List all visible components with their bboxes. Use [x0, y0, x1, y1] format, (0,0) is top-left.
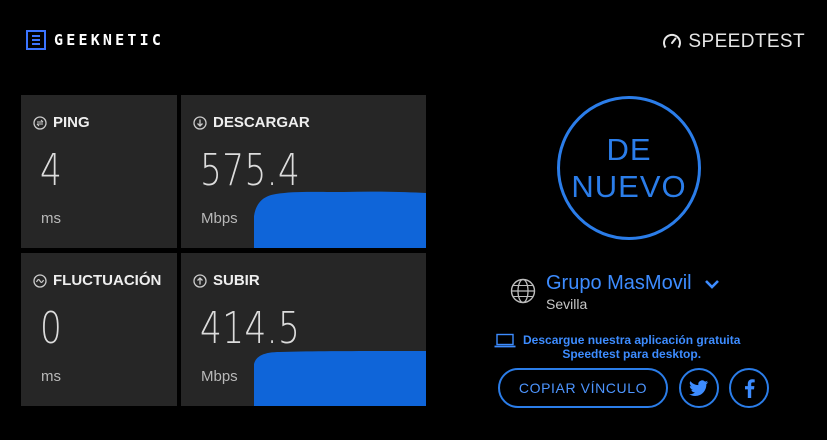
- upload-label: SUBIR: [213, 272, 260, 289]
- upload-tile: SUBIR 414.5 Mbps: [181, 253, 426, 406]
- jitter-icon: [33, 273, 47, 288]
- provider-name: Grupo MasMovil: [546, 272, 692, 294]
- ping-unit: ms: [41, 210, 61, 227]
- provider-location: Sevilla: [546, 296, 588, 312]
- download-value: 575.4: [200, 145, 301, 196]
- upload-unit: Mbps: [201, 368, 238, 385]
- speedometer-icon: [663, 33, 682, 49]
- speedtest-logo[interactable]: SPEEDTEST: [662, 31, 805, 53]
- geeknetic-logo[interactable]: GEEKNETIC: [26, 30, 164, 50]
- provider-selector[interactable]: Grupo MasMovil Sevilla: [510, 272, 720, 312]
- ping-label: PING: [53, 114, 90, 131]
- desktop-app-line1: Descargue nuestra aplicación gratuita: [523, 333, 741, 347]
- laptop-icon: [494, 333, 516, 348]
- speedtest-wordmark: SPEEDTEST: [688, 31, 805, 52]
- ping-tile: PING 4 ms: [21, 95, 177, 248]
- twitter-share-button[interactable]: [679, 368, 719, 408]
- download-label: DESCARGAR: [213, 114, 310, 131]
- facebook-icon: [744, 378, 755, 398]
- download-unit: Mbps: [201, 210, 238, 227]
- desktop-app-line2: Speedtest para desktop.: [562, 347, 702, 361]
- jitter-tile: FLUCTUACIÓN 0 ms: [21, 253, 177, 406]
- upload-speed-graph: [254, 351, 426, 406]
- ping-icon: [33, 115, 47, 130]
- download-arrow-icon: [193, 115, 207, 130]
- restart-line1: DE: [606, 132, 652, 167]
- facebook-share-button[interactable]: [729, 368, 769, 408]
- desktop-app-link[interactable]: Descargue nuestra aplicación gratuita Sp…: [494, 333, 740, 361]
- brand-name: GEEKNETIC: [54, 31, 165, 49]
- twitter-icon: [689, 379, 709, 396]
- restart-line2: NUEVO: [571, 169, 687, 204]
- jitter-unit: ms: [41, 368, 61, 385]
- restart-test-button[interactable]: DE NUEVO: [557, 96, 701, 240]
- chevron-down-icon[interactable]: [704, 278, 720, 290]
- copy-link-button[interactable]: COPIAR VÍNCULO: [498, 368, 668, 408]
- jitter-label: FLUCTUACIÓN: [53, 272, 162, 289]
- upload-value: 414.5: [200, 303, 301, 354]
- globe-icon: [510, 278, 536, 304]
- upload-arrow-icon: [193, 273, 207, 288]
- download-tile: DESCARGAR 575.4 Mbps: [181, 95, 426, 248]
- geeknetic-logo-mark: [26, 30, 46, 50]
- ping-value: 4: [40, 145, 63, 196]
- jitter-value: 0: [40, 303, 63, 354]
